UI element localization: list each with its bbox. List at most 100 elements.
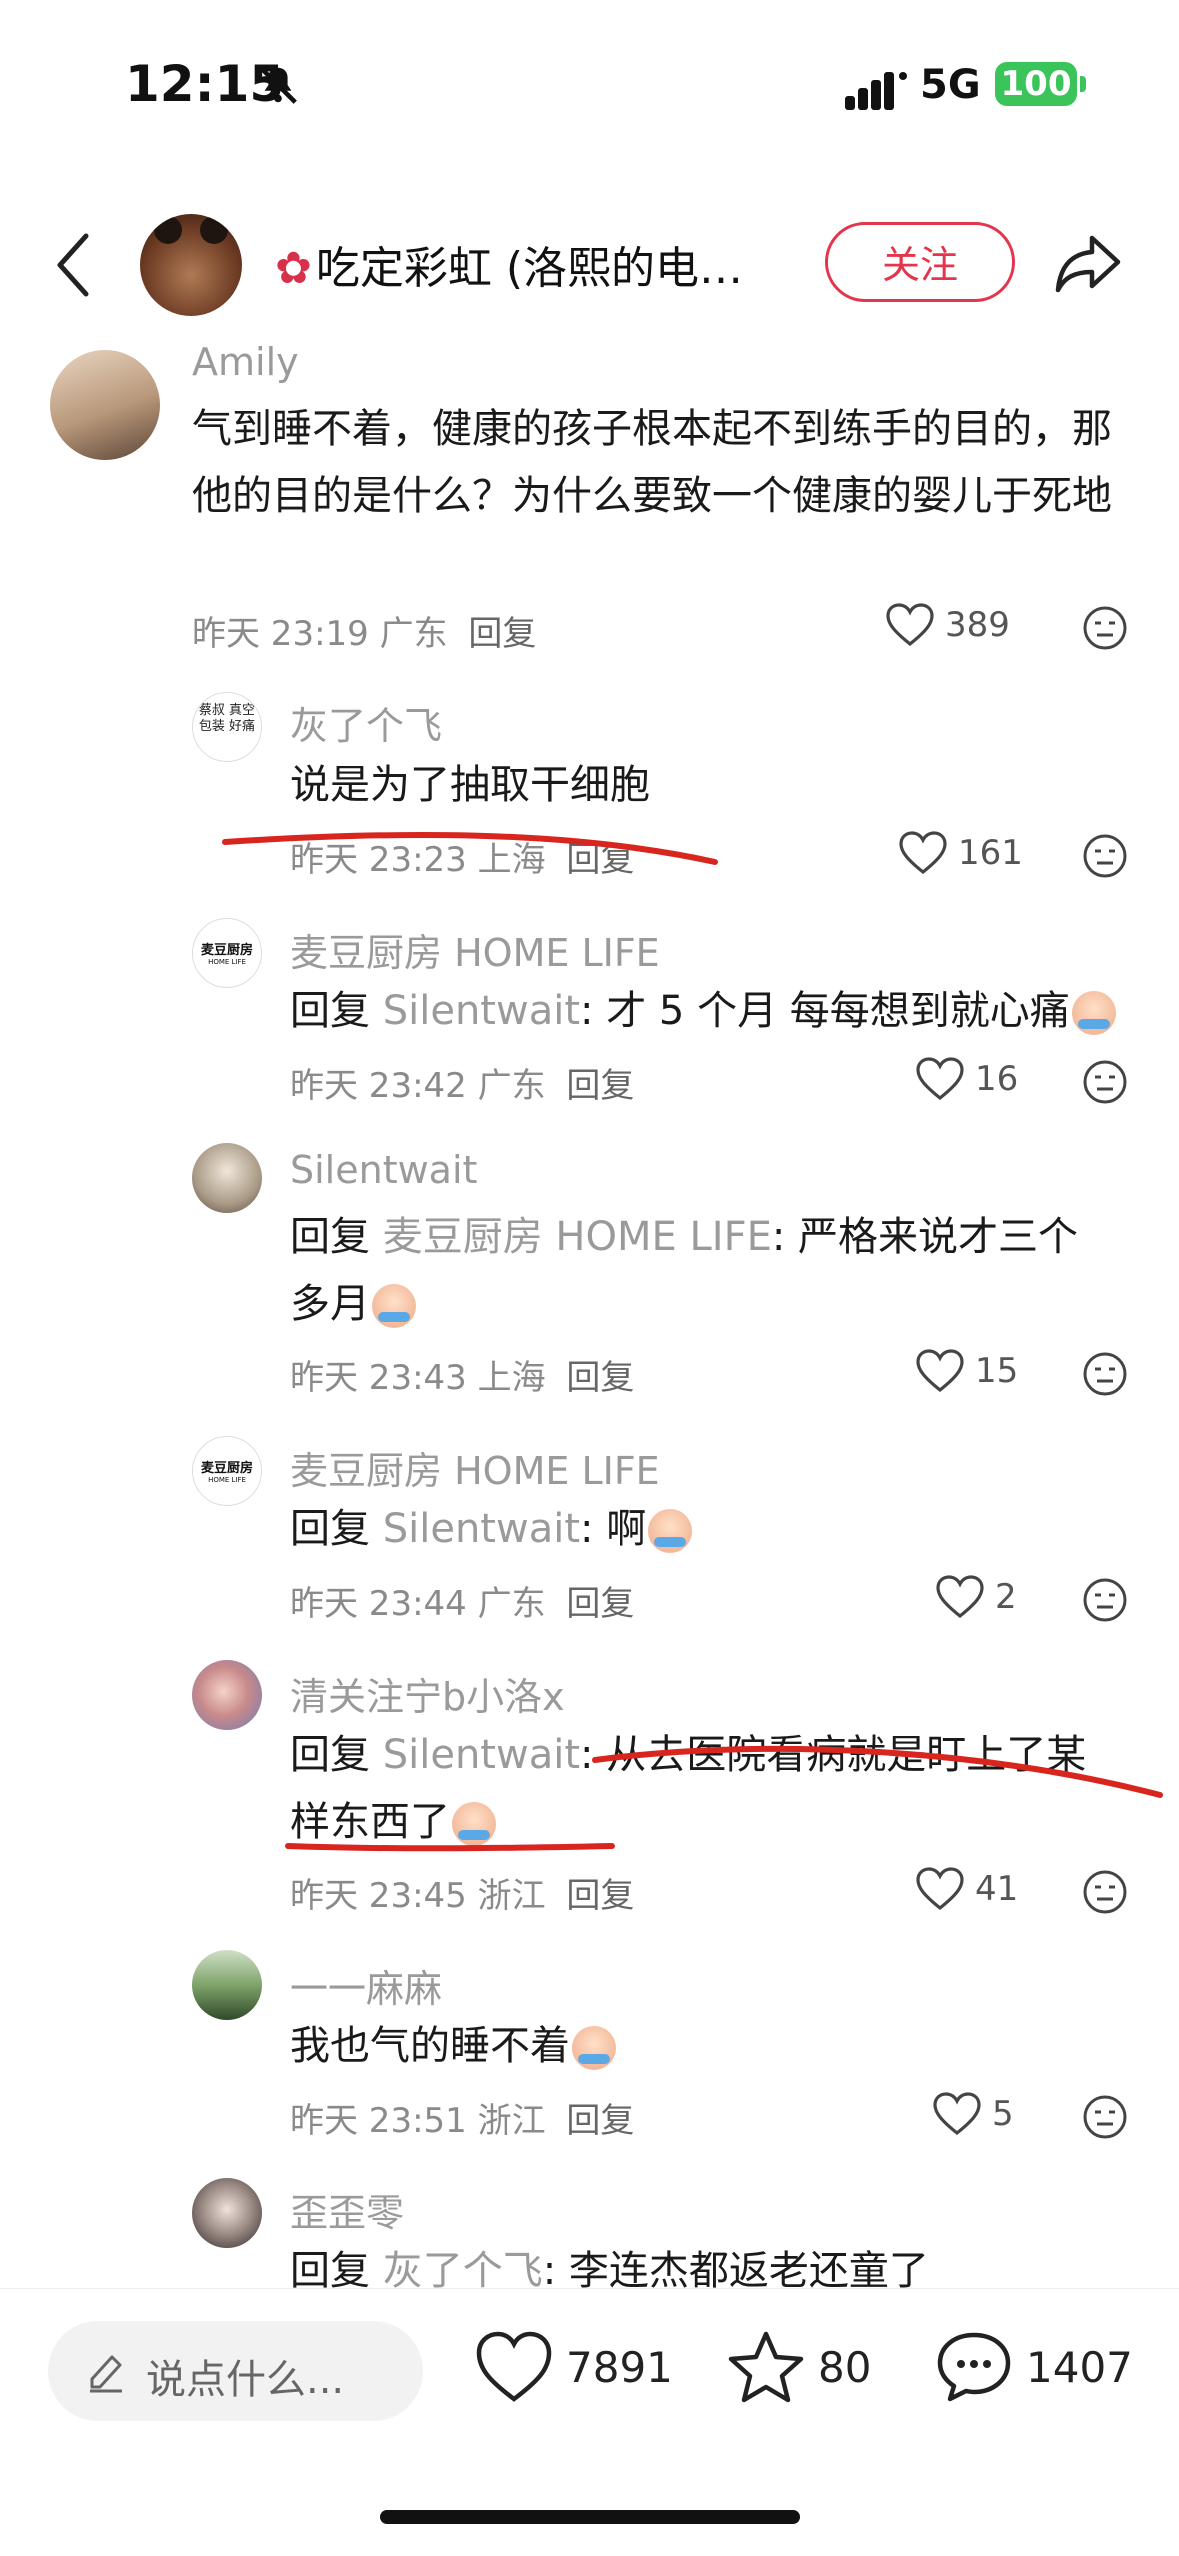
heart-icon [916, 1867, 964, 1911]
comment-text[interactable]: 我也气的睡不着 [290, 2013, 1110, 2080]
avatar[interactable] [192, 1143, 262, 1213]
comment-meta: 昨天 23:43 上海 回复 [290, 1350, 634, 1399]
like-button[interactable]: 41 [915, 1866, 1018, 1912]
comment-text[interactable]: 回复 Silentwait: 从去医院看病就是盯上了某样东西了 [290, 1722, 1110, 1856]
comment-username[interactable]: Amily [192, 340, 299, 384]
like-count: 389 [945, 605, 1010, 645]
avatar[interactable]: 蔡叔 真空包装 好痛 [192, 692, 262, 762]
reply-button[interactable]: 回复 [566, 840, 634, 880]
like-button[interactable]: 5 [932, 2091, 1014, 2137]
crying-emoji-icon [648, 1509, 693, 1553]
pencil-icon [90, 2355, 122, 2393]
dislike-face-icon[interactable] [1082, 833, 1128, 879]
status-bar: 12:15 5G 100 [0, 0, 1179, 160]
dislike-face-icon[interactable] [1082, 605, 1128, 651]
like-button[interactable]: 161 [898, 830, 1023, 876]
battery-indicator: 100 [995, 62, 1077, 106]
heart-icon [899, 831, 947, 875]
comment-time: 昨天 23:44 [290, 1584, 467, 1624]
post-like-button[interactable]: 7891 [474, 2329, 673, 2405]
comment-meta: 昨天 23:51 浙江 回复 [290, 2093, 634, 2142]
comment-location: 上海 [477, 1358, 546, 1398]
crying-emoji-icon [452, 1802, 496, 1846]
like-count: 15 [975, 1351, 1019, 1391]
avatar[interactable]: 麦豆厨房 HOME LIFE [192, 918, 262, 988]
reply-button[interactable]: 回复 [566, 1358, 634, 1398]
comment-username[interactable]: 麦豆厨房 HOME LIFE [290, 922, 660, 977]
post-like-count: 7891 [566, 2342, 673, 2392]
heart-icon [476, 2331, 552, 2402]
like-button[interactable]: 2 [935, 1574, 1017, 1620]
share-icon[interactable] [1052, 230, 1124, 296]
avatar[interactable] [192, 1660, 262, 1730]
comment-username[interactable]: 歪歪零 [290, 2182, 404, 2237]
comment-time: 昨天 23:45 [290, 1876, 467, 1916]
post-star-button[interactable]: 80 [726, 2329, 871, 2405]
comment-time: 昨天 23:23 [290, 840, 467, 880]
comment-time: 昨天 23:19 [192, 614, 369, 654]
crying-emoji-icon [1071, 991, 1116, 1035]
reply-button[interactable]: 回复 [566, 1876, 634, 1916]
comment-text[interactable]: 回复 Silentwait: 才 5 个月 每每想到就心痛 [290, 978, 1130, 1045]
comment-username[interactable]: 麦豆厨房 HOME LIFE [290, 1440, 660, 1495]
avatar[interactable]: 麦豆厨房 HOME LIFE [192, 1436, 262, 1506]
comment-username[interactable]: Silentwait [290, 1148, 477, 1192]
reply-target[interactable]: 麦豆厨房 HOME LIFE [383, 1214, 772, 1260]
comment-text[interactable]: 气到睡不着，健康的孩子根本起不到练手的目的，那他的目的是什么？为什么要致一个健康… [192, 396, 1122, 530]
comment-bubble-icon [937, 2332, 1011, 2402]
avatar[interactable] [192, 2178, 262, 2248]
heart-icon [886, 603, 934, 647]
reply-target[interactable]: Silentwait [383, 1506, 580, 1552]
author-avatar[interactable] [140, 214, 242, 316]
like-count: 41 [975, 1869, 1019, 1909]
dislike-face-icon[interactable] [1082, 2094, 1128, 2140]
comment-input[interactable]: 说点什么... [48, 2321, 423, 2421]
avatar[interactable] [50, 350, 160, 460]
signal-icon [845, 72, 907, 110]
comment-username[interactable]: 清关注宁b小洛x [290, 1666, 565, 1721]
comment-location: 广东 [477, 1066, 546, 1106]
comment-username[interactable]: 灰了个飞 [290, 695, 442, 750]
back-icon[interactable] [52, 230, 92, 300]
comment-location: 广东 [379, 614, 448, 654]
comment-location: 广东 [477, 1584, 546, 1624]
like-button[interactable]: 389 [885, 602, 1010, 648]
network-label: 5G [920, 62, 981, 108]
comment-location: 上海 [477, 840, 546, 880]
reply-button[interactable]: 回复 [566, 2101, 634, 2141]
dislike-face-icon[interactable] [1082, 1869, 1128, 1915]
hibiscus-icon: ✿ [275, 243, 312, 294]
star-icon [728, 2331, 804, 2403]
avatar[interactable] [192, 1950, 262, 2020]
comment-meta: 昨天 23:19 广东 回复 [192, 606, 536, 655]
comment-meta: 昨天 23:23 上海 回复 [290, 832, 634, 881]
like-button[interactable]: 16 [915, 1056, 1018, 1102]
post-comment-button[interactable]: 1407 [934, 2329, 1133, 2405]
heart-icon [916, 1349, 964, 1393]
comment-location: 浙江 [477, 2101, 546, 2141]
like-button[interactable]: 15 [915, 1348, 1018, 1394]
dislike-face-icon[interactable] [1082, 1577, 1128, 1623]
post-star-count: 80 [818, 2342, 872, 2392]
comment-text[interactable]: 回复 麦豆厨房 HOME LIFE: 严格来说才三个多月 [290, 1204, 1110, 1338]
like-count: 16 [975, 1059, 1019, 1099]
comment-text[interactable]: 回复 Silentwait: 啊 [290, 1496, 1110, 1563]
author-name[interactable]: ✿吃定彩虹 (洛熙的电… [275, 232, 795, 296]
comment-text[interactable]: 说是为了抽取干细胞 [290, 752, 1090, 819]
dislike-face-icon[interactable] [1082, 1351, 1128, 1397]
home-indicator[interactable] [380, 2510, 800, 2524]
reply-button[interactable]: 回复 [468, 614, 536, 654]
post-comment-count: 1407 [1026, 2342, 1133, 2392]
post-header: ✿吃定彩虹 (洛熙的电… 关注 [0, 200, 1179, 330]
comment-meta: 昨天 23:42 广东 回复 [290, 1058, 634, 1107]
reply-button[interactable]: 回复 [566, 1066, 634, 1106]
follow-button[interactable]: 关注 [825, 222, 1015, 302]
reply-button[interactable]: 回复 [566, 1584, 634, 1624]
comment-location: 浙江 [477, 1876, 546, 1916]
reply-target[interactable]: Silentwait [383, 988, 580, 1034]
dislike-face-icon[interactable] [1082, 1059, 1128, 1105]
reply-target[interactable]: Silentwait [383, 1732, 580, 1778]
crying-emoji-icon [372, 1284, 416, 1328]
comment-time: 昨天 23:42 [290, 1066, 467, 1106]
comment-username[interactable]: 一一麻麻 [290, 1958, 442, 2013]
